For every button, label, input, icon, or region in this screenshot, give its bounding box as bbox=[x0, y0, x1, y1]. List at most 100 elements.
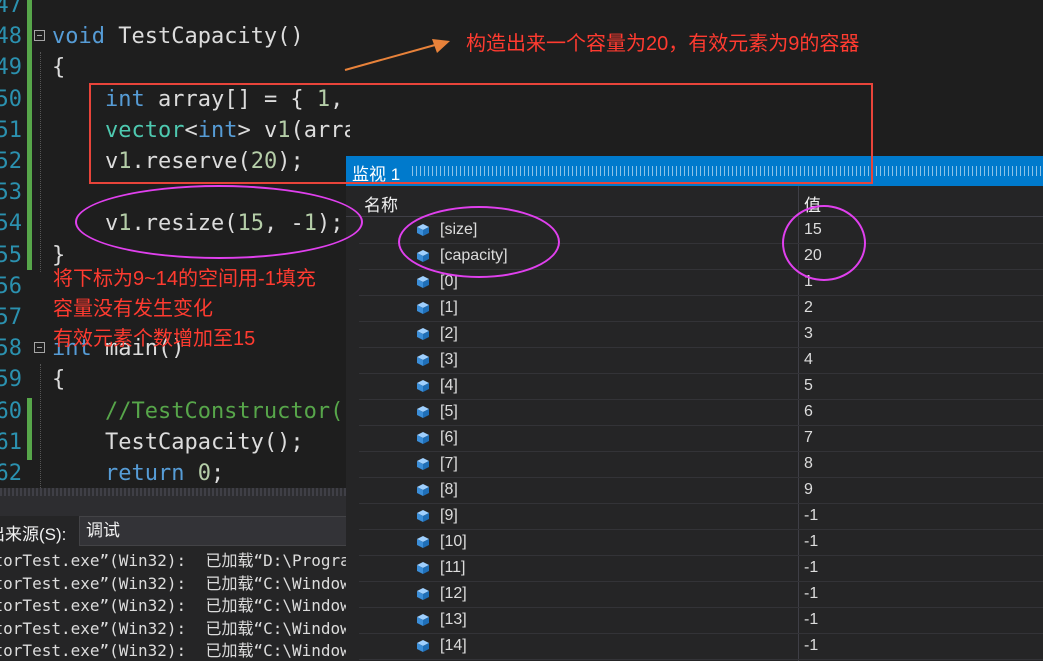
watch-row[interactable]: [3] 4 bbox=[359, 348, 1043, 374]
watch-row-name: [1] bbox=[440, 299, 458, 316]
line-number: 56 bbox=[0, 273, 22, 299]
output-source-select[interactable]: 调试 bbox=[79, 516, 346, 546]
watch-row-value[interactable]: 4 bbox=[804, 351, 813, 369]
collapse-icon[interactable] bbox=[34, 30, 45, 42]
variable-cube-icon bbox=[416, 275, 430, 289]
highlight-ellipse-values bbox=[782, 205, 866, 281]
collapse-icon[interactable] bbox=[34, 342, 45, 354]
watch-row-name: [2] bbox=[440, 325, 458, 342]
line-number: 62 bbox=[0, 461, 22, 486]
code-text: { bbox=[52, 367, 66, 393]
watch-row-value[interactable]: 7 bbox=[804, 429, 813, 447]
watch-row-value[interactable]: -1 bbox=[804, 637, 818, 655]
variable-cube-icon bbox=[416, 457, 430, 471]
variable-cube-icon bbox=[416, 483, 430, 497]
variable-cube-icon bbox=[416, 379, 430, 393]
variable-cube-icon bbox=[416, 639, 430, 653]
watch-row-value[interactable]: -1 bbox=[804, 507, 818, 525]
watch-row-value[interactable]: 9 bbox=[804, 481, 813, 499]
watch-row-name: [11] bbox=[440, 559, 466, 576]
watch-row[interactable]: [5] 6 bbox=[359, 400, 1043, 426]
output-line: “VectorTest.exe”(Win32): 已加载“C:\Window bbox=[0, 573, 346, 593]
line-number: 48 bbox=[0, 24, 22, 50]
output-toolbar bbox=[0, 496, 346, 516]
side-annotation-2: 容量没有发生变化 bbox=[53, 298, 213, 320]
variable-cube-icon bbox=[416, 327, 430, 341]
watch-row[interactable]: [10] -1 bbox=[359, 530, 1043, 556]
column-header-name[interactable]: 名称 bbox=[364, 191, 398, 216]
watch-row[interactable]: [8] 9 bbox=[359, 478, 1043, 504]
watch-row[interactable]: [7] 8 bbox=[359, 452, 1043, 478]
watch-row-value[interactable]: 6 bbox=[804, 403, 813, 421]
watch-row[interactable]: [14] -1 bbox=[359, 634, 1043, 660]
code-text: return 0; bbox=[104, 461, 225, 486]
code-line[interactable]: 61 TestCapacity(); bbox=[0, 427, 350, 458]
watch-row[interactable]: [13] -1 bbox=[359, 608, 1043, 634]
side-annotation-1: 将下标为9~14的空间用-1填充 bbox=[53, 268, 316, 290]
variable-cube-icon bbox=[416, 613, 430, 627]
watch-row-name: [4] bbox=[440, 377, 458, 394]
highlight-box bbox=[89, 83, 873, 184]
output-line: “VectorTest.exe”(Win32): 已加载“C:\Window bbox=[0, 641, 346, 660]
watch-row[interactable]: [11] -1 bbox=[359, 556, 1043, 582]
watch-row[interactable]: [1] 2 bbox=[359, 296, 1043, 322]
watch-row-name: [5] bbox=[440, 403, 458, 420]
top-annotation: 构造出来一个容量为20，有效元素为9的容器 bbox=[466, 33, 860, 55]
code-line[interactable]: 49 { bbox=[0, 52, 350, 83]
code-line[interactable]: 59 { bbox=[0, 364, 350, 395]
line-number: 49 bbox=[0, 55, 22, 81]
watch-row-name: [8] bbox=[440, 481, 458, 498]
line-number: 58 bbox=[0, 336, 22, 362]
line-number: 60 bbox=[0, 398, 22, 424]
line-number: 50 bbox=[0, 86, 22, 112]
code-text: void TestCapacity() bbox=[52, 24, 304, 50]
watch-row-name: [12] bbox=[440, 585, 467, 602]
line-number: 51 bbox=[0, 117, 22, 143]
watch-row[interactable]: [4] 5 bbox=[359, 374, 1043, 400]
watch-row[interactable]: [12] -1 bbox=[359, 582, 1043, 608]
watch-row-name: [9] bbox=[440, 507, 458, 524]
line-number: 47 bbox=[0, 0, 22, 18]
variable-cube-icon bbox=[416, 509, 430, 523]
line-number: 59 bbox=[0, 367, 22, 393]
side-annotation-3: 有效元素个数增加至15 bbox=[53, 328, 256, 350]
watch-row[interactable]: [9] -1 bbox=[359, 504, 1043, 530]
code-line[interactable]: 62 return 0; bbox=[0, 458, 350, 488]
watch-row-value[interactable]: -1 bbox=[804, 533, 818, 551]
variable-cube-icon bbox=[416, 405, 430, 419]
variable-cube-icon bbox=[416, 561, 430, 575]
code-line[interactable]: 48 void TestCapacity() bbox=[0, 21, 350, 52]
output-panel: 显示输出来源(S): 调试 “VectorTest.exe”(Win32): 已… bbox=[0, 496, 346, 661]
watch-row-value[interactable]: 3 bbox=[804, 325, 813, 343]
watch-row-name: [3] bbox=[440, 351, 458, 368]
variable-cube-icon bbox=[416, 431, 430, 445]
watch-row-name: [6] bbox=[440, 429, 458, 446]
code-text: { bbox=[52, 55, 66, 81]
watch-row[interactable]: [6] 7 bbox=[359, 426, 1043, 452]
code-line[interactable]: 60 //TestConstructor(); bbox=[0, 396, 350, 427]
variable-cube-icon bbox=[416, 535, 430, 549]
watch-row[interactable]: [2] 3 bbox=[359, 322, 1043, 348]
code-text: //TestConstructor(); bbox=[52, 398, 350, 424]
line-number: 54 bbox=[0, 211, 22, 237]
code-text: TestCapacity(); bbox=[52, 429, 304, 455]
variable-cube-icon bbox=[416, 587, 430, 601]
watch-row-value[interactable]: 2 bbox=[804, 299, 813, 317]
code-line[interactable]: 47 bbox=[0, 0, 350, 21]
watch-row-value[interactable]: -1 bbox=[804, 559, 818, 577]
watch-row-value[interactable]: -1 bbox=[804, 611, 818, 629]
watch-row-value[interactable]: -1 bbox=[804, 585, 818, 603]
watch-row-name: [10] bbox=[440, 533, 467, 550]
annotation-arrow-icon bbox=[344, 39, 450, 71]
watch-row-name: [14] bbox=[440, 637, 467, 654]
watch-row-value[interactable]: 8 bbox=[804, 455, 813, 473]
watch-row-name: [13] bbox=[440, 611, 467, 628]
watch-row-value[interactable]: 5 bbox=[804, 377, 813, 395]
output-line: “VectorTest.exe”(Win32): 已加载“C:\Window bbox=[0, 618, 346, 638]
line-number: 52 bbox=[0, 149, 22, 174]
panel-splitter[interactable] bbox=[0, 488, 350, 496]
line-number: 57 bbox=[0, 305, 22, 330]
highlight-ellipse-names bbox=[398, 206, 560, 278]
output-source-label: 显示输出来源(S): bbox=[0, 525, 67, 544]
variable-cube-icon bbox=[416, 353, 430, 367]
